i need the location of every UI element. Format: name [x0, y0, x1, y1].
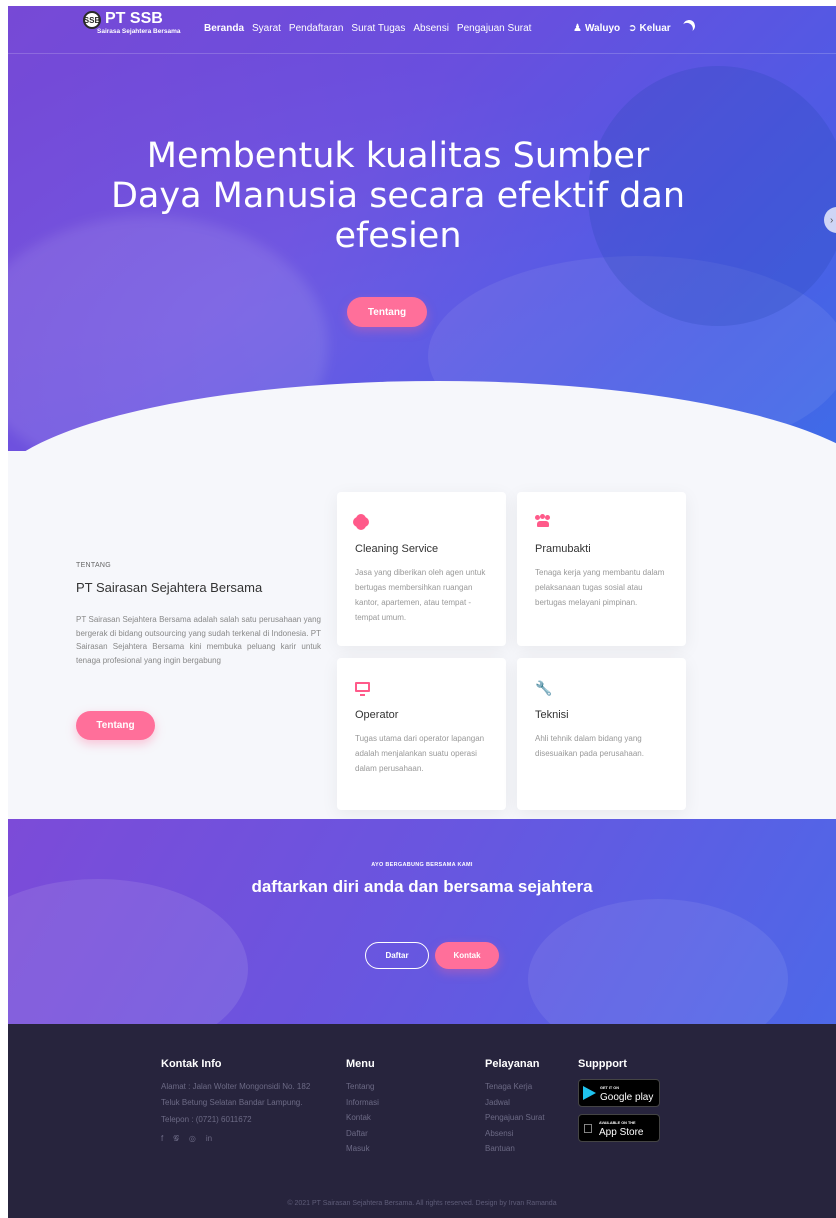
service-text: Tenaga kerja yang membantu dalam pelaksa… — [535, 568, 665, 607]
nav-menu: Beranda Syarat Pendaftaran Surat Tugas A… — [204, 23, 539, 34]
user-icon: ♟ — [573, 23, 582, 34]
page: SSB PT SSB Sairasa Sejahtera Bersama Ber… — [8, 6, 836, 1218]
service-title: Teknisi — [535, 709, 569, 721]
footer: Kontak Info Alamat : Jalan Wolter Mongon… — [8, 1024, 836, 1218]
footer-link-daftar[interactable]: Daftar — [346, 1126, 379, 1142]
monitor-icon — [355, 680, 371, 696]
footer-menu: Menu Tentang Informasi Kontak Daftar Mas… — [346, 1058, 379, 1157]
cta-subtitle: AYO BERGABUNG BERSAMA KAMI — [371, 862, 473, 868]
footer-link-tentang[interactable]: Tentang — [346, 1079, 379, 1095]
instagram-icon[interactable]: ◎ — [189, 1134, 196, 1144]
register-button[interactable]: Daftar — [365, 942, 429, 969]
footer-link-informasi[interactable]: Informasi — [346, 1095, 379, 1111]
footer-menu-title: Menu — [346, 1058, 375, 1070]
footer-support: Suppport GET IT ON Google play  AVAILAB… — [578, 1058, 660, 1149]
service-title: Cleaning Service — [355, 543, 439, 555]
about-title: PT Sairasan Sejahtera Bersama — [76, 580, 263, 595]
cta-section: AYO BERGABUNG BERSAMA KAMI daftarkan dir… — [8, 819, 836, 1024]
twitter-icon[interactable]: 𝓖 — [173, 1134, 179, 1144]
about-text: PT Sairasan Sejahtera Bersama adalah sal… — [76, 615, 321, 665]
logo-subtitle: Sairasa Sejahtera Bersama — [97, 28, 181, 35]
facebook-icon[interactable]: f — [161, 1134, 163, 1144]
logo[interactable]: SSB PT SSB Sairasa Sejahtera Bersama — [83, 10, 180, 36]
footer-link-absensi[interactable]: Absensi — [485, 1126, 545, 1142]
footer-link-kontak[interactable]: Kontak — [346, 1110, 379, 1126]
footer-services-title: Pelayanan — [485, 1058, 540, 1070]
nav-item-surat-tugas[interactable]: Surat Tugas — [351, 23, 405, 34]
nav-item-pendaftaran[interactable]: Pendaftaran — [289, 23, 344, 34]
hero-headline: Membentuk kualitas Sumber Daya Manusia s… — [110, 136, 686, 256]
dark-mode-toggle-icon[interactable] — [681, 18, 696, 33]
nav-item-syarat[interactable]: Syarat — [252, 23, 281, 34]
logout-icon: ➲ — [628, 23, 637, 34]
service-text: Ahli tehnik dalam bidang yang disesuaika… — [535, 734, 644, 758]
footer-support-title: Suppport — [578, 1058, 627, 1070]
footer-contact-title: Kontak Info — [161, 1058, 222, 1070]
footer-copyright: © 2021 PT Sairasan Sejahtera Bersama. Al… — [287, 1200, 557, 1207]
users-icon — [535, 514, 551, 530]
social-links: f 𝓖 ◎ in — [161, 1134, 321, 1144]
service-card-teknisi: 🔧 Teknisi Ahli tehnik dalam bidang yang … — [517, 658, 686, 810]
service-card-operator: Operator Tugas utama dari operator lapan… — [337, 658, 506, 810]
hero-section: SSB PT SSB Sairasa Sejahtera Bersama Ber… — [8, 6, 836, 451]
google-play-badge[interactable]: GET IT ON Google play — [578, 1079, 660, 1107]
top-navbar: SSB PT SSB Sairasa Sejahtera Bersama Ber… — [8, 6, 836, 54]
nav-item-pengajuan-surat[interactable]: Pengajuan Surat — [457, 23, 532, 34]
gear-icon — [355, 514, 371, 530]
about-label: TENTANG — [76, 562, 112, 569]
nav-item-beranda[interactable]: Beranda — [204, 23, 244, 34]
user-area: ♟ Waluyo ➲ Keluar — [573, 23, 671, 34]
app-store-badge[interactable]:  AVAILABLE ON THE App Store — [578, 1114, 660, 1142]
apple-icon:  — [583, 1121, 599, 1136]
service-title: Operator — [355, 709, 399, 721]
footer-link-jadwal[interactable]: Jadwal — [485, 1095, 545, 1111]
footer-services: Pelayanan Tenaga Kerja Jadwal Pengajuan … — [485, 1058, 545, 1157]
footer-contact: Kontak Info Alamat : Jalan Wolter Mongon… — [161, 1058, 321, 1144]
logout-link[interactable]: Keluar — [640, 23, 671, 34]
linkedin-icon[interactable]: in — [206, 1134, 212, 1144]
service-title: Pramubakti — [535, 543, 591, 555]
footer-link-masuk[interactable]: Masuk — [346, 1141, 379, 1157]
logo-title: PT SSB — [105, 10, 163, 27]
wrench-icon: 🔧 — [535, 680, 553, 696]
footer-link-tenaga-kerja[interactable]: Tenaga Kerja — [485, 1079, 545, 1095]
service-text: Jasa yang diberikan oleh agen untuk bert… — [355, 568, 486, 622]
user-name[interactable]: Waluyo — [585, 23, 620, 34]
footer-phone: Telepon : (0721) 6011672 — [161, 1115, 252, 1124]
service-card-pramubakti: Pramubakti Tenaga kerja yang membantu da… — [517, 492, 686, 646]
service-card-cleaning: Cleaning Service Jasa yang diberikan ole… — [337, 492, 506, 646]
service-text: Tugas utama dari operator lapangan adala… — [355, 734, 485, 773]
about-button[interactable]: Tentang — [76, 711, 155, 740]
footer-address: Alamat : Jalan Wolter Mongonsidi No. 182… — [161, 1082, 311, 1107]
nav-item-absensi[interactable]: Absensi — [413, 23, 449, 34]
contact-button[interactable]: Kontak — [435, 942, 499, 969]
hero-about-button[interactable]: Tentang — [347, 297, 427, 327]
google-play-icon — [583, 1086, 596, 1100]
footer-link-bantuan[interactable]: Bantuan — [485, 1141, 545, 1157]
footer-link-pengajuan-surat[interactable]: Pengajuan Surat — [485, 1110, 545, 1126]
cta-title: daftarkan diri anda dan bersama sejahter… — [251, 877, 593, 896]
